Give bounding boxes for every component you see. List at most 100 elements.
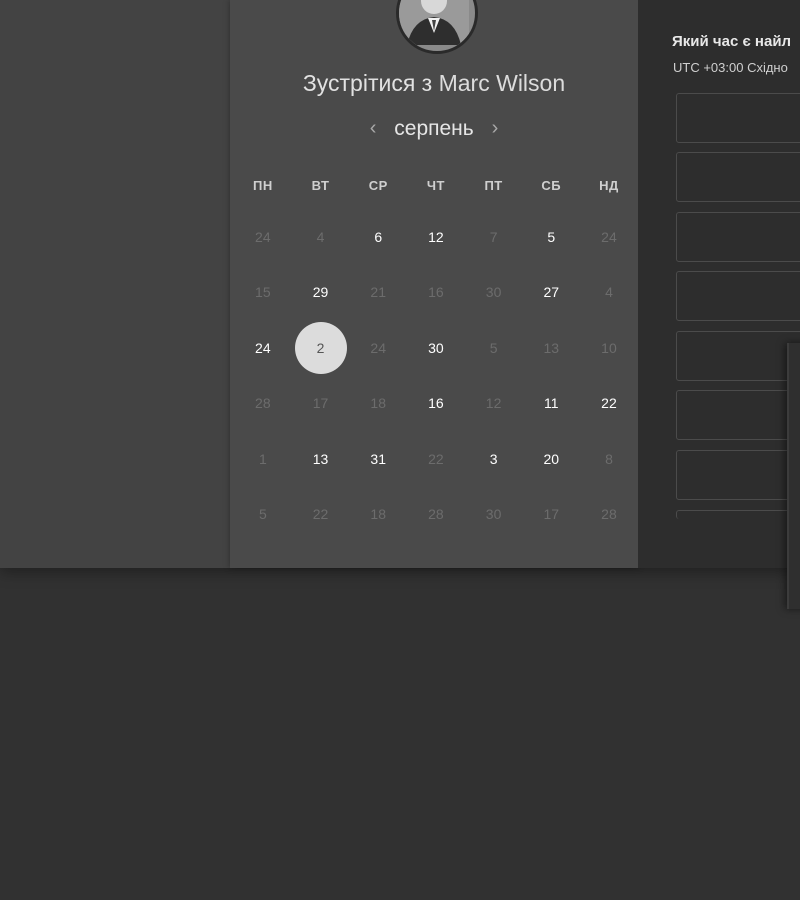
- calendar-grid: ПН ВТ СР ЧТ ПТ СБ НД 24 4 6 12 7 5 24 15 29 21 16 30 27 4 24…: [234, 162, 638, 542]
- calendar-day: 28: [234, 376, 292, 431]
- calendar-day[interactable]: 3: [465, 432, 523, 487]
- calendar-day-number: 24: [370, 339, 386, 356]
- calendar-day: 28: [407, 487, 465, 542]
- calendar-day-number: 6: [374, 229, 383, 245]
- calendar-day-selected[interactable]: 2: [292, 321, 350, 376]
- booking-card: Зустрітися з Marc Wilson ‹ серпень › ПН В…: [230, 0, 638, 568]
- time-panel-title: Який час є найл: [672, 33, 792, 50]
- weekday-label: ЧТ: [426, 178, 445, 193]
- calendar-day-number: 10: [601, 339, 617, 356]
- calendar-day: 22: [407, 432, 465, 487]
- calendar-day: 18: [349, 487, 407, 542]
- calendar-week-row: 24 4 6 12 7 5 24: [234, 210, 638, 265]
- calendar-day-number: 28: [601, 505, 617, 522]
- calendar-day-number: 13: [312, 450, 329, 467]
- calendar-day: 17: [292, 376, 350, 431]
- calendar-day-number: 30: [485, 505, 502, 522]
- calendar-day: 4: [292, 210, 350, 265]
- calendar-day[interactable]: 12: [407, 210, 465, 265]
- calendar-day[interactable]: 24: [234, 321, 292, 376]
- calendar-day-number: 29: [312, 284, 329, 301]
- time-slot-button[interactable]: [676, 390, 800, 440]
- calendar-day[interactable]: 27: [522, 265, 580, 320]
- calendar-day[interactable]: 5: [522, 210, 580, 265]
- time-slot-button[interactable]: [676, 93, 800, 143]
- calendar-day: 10: [580, 321, 638, 376]
- calendar-day-number: 3: [489, 450, 498, 467]
- host-name: Marc Wilson: [438, 70, 566, 96]
- weekday-label: ПТ: [484, 178, 503, 193]
- calendar-day-number: 5: [489, 339, 498, 356]
- timezone-label[interactable]: UTC +03:00 Східно: [673, 60, 788, 75]
- calendar-day: 12: [465, 376, 523, 431]
- calendar-day[interactable]: 20: [522, 432, 580, 487]
- calendar-day[interactable]: 6: [349, 210, 407, 265]
- calendar-weeks: 24 4 6 12 7 5 24 15 29 21 16 30 27 4 24 2 24 30 5 13 10 28 17 1…: [234, 210, 638, 542]
- calendar-day-number: 28: [255, 395, 271, 412]
- calendar-day-number: 31: [370, 450, 386, 467]
- calendar-day-number: 16: [428, 284, 444, 301]
- calendar-day: 4: [580, 265, 638, 320]
- calendar-day: 15: [234, 265, 292, 320]
- calendar-day-number: 22: [312, 505, 329, 522]
- meeting-title-prefix: Зустрітися з: [302, 70, 433, 96]
- weekday-label: СБ: [541, 178, 562, 193]
- calendar-day: 8: [580, 432, 638, 487]
- calendar-day-number: 17: [312, 395, 329, 412]
- calendar-day[interactable]: 22: [580, 376, 638, 431]
- chevron-left-icon[interactable]: ‹: [358, 117, 389, 140]
- calendar-week-row: 1 13 31 22 3 20 8: [234, 432, 638, 487]
- calendar-day[interactable]: 31: [349, 432, 407, 487]
- calendar-week-row: 28 17 18 16 12 11 22: [234, 376, 638, 431]
- calendar-day: 7: [465, 210, 523, 265]
- calendar-day: 18: [349, 376, 407, 431]
- calendar-day[interactable]: 16: [407, 376, 465, 431]
- calendar-day: 13: [522, 321, 580, 376]
- month-navigation: ‹ серпень ›: [230, 117, 638, 141]
- calendar-day-number: 8: [605, 450, 613, 467]
- calendar-day: 24: [580, 210, 638, 265]
- calendar-day: 16: [407, 265, 465, 320]
- time-slot-button[interactable]: [676, 331, 800, 381]
- calendar-day-number: 16: [428, 395, 444, 412]
- time-slot-button[interactable]: [676, 271, 800, 321]
- calendar-day-number: 28: [428, 505, 444, 522]
- calendar-day: 24: [349, 321, 407, 376]
- calendar-day-number: 24: [255, 229, 271, 245]
- calendar-day-number: 21: [370, 284, 386, 301]
- calendar-week-row: 24 2 24 30 5 13 10: [234, 321, 638, 376]
- time-slot-button[interactable]: [676, 152, 800, 202]
- weekday-label: ПН: [252, 178, 273, 193]
- calendar-day: 5: [465, 321, 523, 376]
- calendar-day-number: 5: [547, 229, 556, 245]
- calendar-day-number: 17: [543, 505, 560, 522]
- calendar-day[interactable]: 29: [292, 265, 350, 320]
- calendar-day-number: 22: [601, 395, 617, 412]
- calendar-week-row: 5 22 18 28 30 17 28: [234, 487, 638, 542]
- calendar-day-number: 30: [428, 339, 444, 356]
- calendar-day-number: 30: [485, 284, 502, 301]
- calendar-day: 1: [234, 432, 292, 487]
- calendar-day-number: 15: [255, 284, 271, 301]
- time-slot-button[interactable]: [676, 450, 800, 500]
- meeting-title: Зустрітися з Marc Wilson: [230, 70, 638, 97]
- person-avatar-icon: [396, 0, 478, 54]
- calendar-day: 5: [234, 487, 292, 542]
- month-label: серпень: [394, 117, 474, 140]
- time-slot-button[interactable]: [676, 212, 800, 262]
- calendar-day[interactable]: 30: [407, 321, 465, 376]
- calendar-day-number: 12: [428, 229, 444, 245]
- calendar-day-number: 24: [255, 339, 271, 356]
- calendar-day: 24: [234, 210, 292, 265]
- calendar-day: 21: [349, 265, 407, 320]
- time-slot-panel: Який час є найл UTC +03:00 Східно: [638, 0, 800, 568]
- time-slot-button-partial[interactable]: [676, 510, 800, 519]
- chevron-right-icon[interactable]: ›: [480, 117, 511, 140]
- calendar-day[interactable]: 13: [292, 432, 350, 487]
- calendar-day-number: 27: [543, 284, 560, 301]
- calendar-day[interactable]: 11: [522, 376, 580, 431]
- weekday-label: ВТ: [311, 178, 330, 193]
- calendar-day-number: 12: [485, 395, 502, 412]
- calendar-day-number: 24: [601, 229, 617, 245]
- weekday-header: ПН ВТ СР ЧТ ПТ СБ НД: [234, 162, 638, 210]
